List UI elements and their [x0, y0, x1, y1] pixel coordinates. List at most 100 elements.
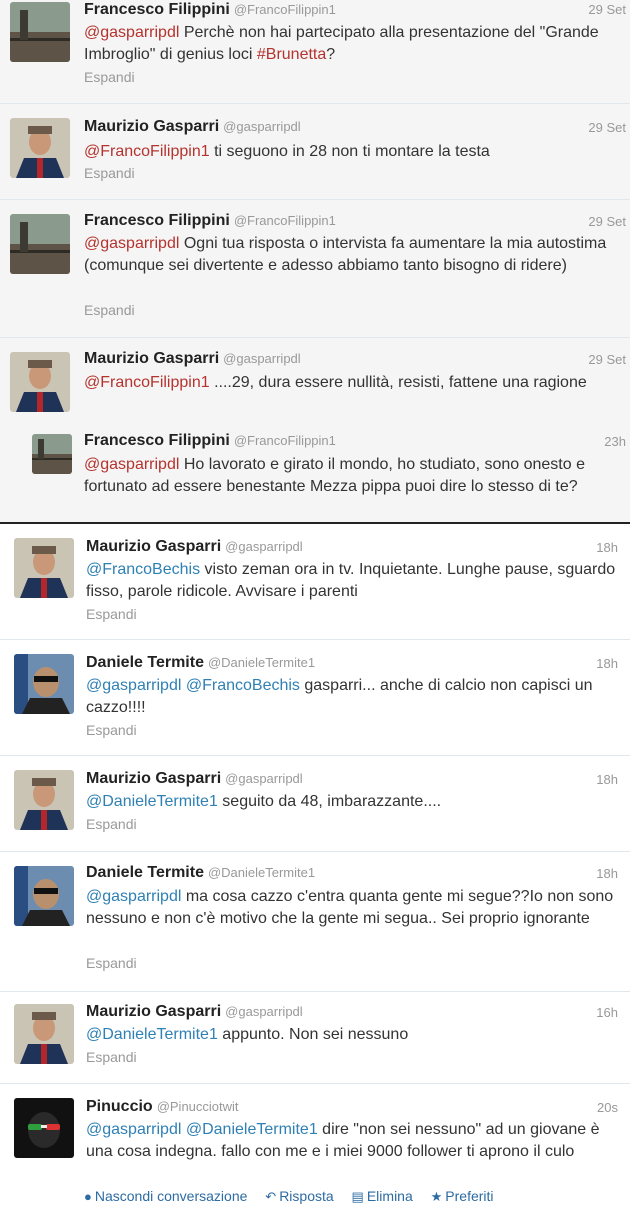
- expand-link[interactable]: Espandi: [86, 722, 137, 738]
- trash-icon: ▤: [351, 1189, 364, 1204]
- avatar-gasparri-icon: [10, 118, 70, 178]
- avatar-pinuccio-icon: [14, 1098, 74, 1158]
- timestamp[interactable]: 29 Set: [588, 214, 626, 229]
- expand-link[interactable]: Espandi: [86, 816, 137, 832]
- delete-label: Elimina: [366, 1188, 413, 1204]
- delete-button[interactable]: ▤ Elimina: [352, 1188, 413, 1204]
- timestamp[interactable]: 18h: [596, 540, 618, 555]
- expand-link[interactable]: Espandi: [84, 302, 135, 318]
- timestamp[interactable]: 20s: [597, 1100, 618, 1115]
- tweet-text-segment: ....29, dura essere nullità, resisti, fa…: [209, 374, 587, 391]
- mention-link[interactable]: @gasparripdl: [86, 1121, 181, 1138]
- avatar-filippini-icon: [10, 2, 70, 62]
- avatar[interactable]: [10, 118, 70, 178]
- reply-button[interactable]: ↶ Risposta: [265, 1188, 333, 1204]
- expand-link[interactable]: Espandi: [86, 1049, 137, 1065]
- mention-link[interactable]: @gasparripdl: [86, 888, 181, 905]
- author-handle[interactable]: @FrancoFilippin1: [234, 213, 336, 228]
- timestamp[interactable]: 29 Set: [588, 2, 626, 17]
- avatar[interactable]: [14, 866, 74, 926]
- avatar-filippini-icon: [10, 214, 70, 274]
- author-handle[interactable]: @gasparripdl: [223, 119, 301, 134]
- author-handle[interactable]: @gasparripdl: [223, 351, 301, 366]
- author-name[interactable]: Daniele Termite: [86, 864, 204, 881]
- hashtag-link[interactable]: #Brunetta: [257, 46, 326, 63]
- avatar[interactable]: [14, 1098, 74, 1158]
- author-handle[interactable]: @gasparripdl: [225, 1004, 303, 1019]
- author-name[interactable]: Pinuccio: [86, 1098, 153, 1115]
- avatar[interactable]: [14, 538, 74, 598]
- tweet[interactable]: Daniele Termite @DanieleTermite1 18h @gas…: [0, 640, 630, 756]
- hide-conversation-button[interactable]: ● Nascondi conversazione: [84, 1188, 247, 1204]
- mention-link[interactable]: @gasparripdl: [86, 677, 181, 694]
- timestamp[interactable]: 18h: [596, 866, 618, 881]
- mention-link[interactable]: @DanieleTermite1: [86, 793, 218, 810]
- mention-link[interactable]: @gasparripdl: [84, 235, 179, 252]
- tweet-text-segment: appunto. Non sei nessuno: [217, 1026, 409, 1043]
- timestamp[interactable]: 29 Set: [588, 120, 626, 135]
- avatar-termite-icon: [14, 866, 74, 926]
- reply-arrow-icon: ↶: [265, 1189, 277, 1204]
- avatar[interactable]: [14, 770, 74, 830]
- tweet-text-segment: ti seguono in 28 non ti montare la testa: [209, 143, 490, 160]
- author-name[interactable]: Maurizio Gasparri: [86, 1003, 221, 1020]
- mention-link[interactable]: @gasparripdl: [84, 456, 179, 473]
- favorite-button[interactable]: ★ Preferiti: [431, 1188, 494, 1204]
- avatar[interactable]: [32, 434, 72, 474]
- timestamp[interactable]: 16h: [596, 1005, 618, 1020]
- tweet-text: @DanieleTermite1 seguito da 48, imbarazz…: [86, 791, 622, 813]
- tweet-text: @DanieleTermite1 appunto. Non sei nessun…: [86, 1024, 622, 1046]
- expand-link[interactable]: Espandi: [86, 606, 137, 622]
- author-name[interactable]: Maurizio Gasparri: [84, 118, 219, 135]
- tweet-text: @gasparripdl @DanieleTermite1 dire "non …: [86, 1119, 606, 1163]
- tweet[interactable]: Maurizio Gasparri @gasparripdl 18h @Danie…: [0, 756, 630, 852]
- mention-link[interactable]: @FrancoFilippin1: [84, 374, 210, 391]
- tweet[interactable]: Francesco Filippini @FrancoFilippin1 23h …: [0, 418, 630, 522]
- timestamp[interactable]: 18h: [596, 772, 618, 787]
- tweet[interactable]: Maurizio Gasparri @gasparripdl 16h @Danie…: [0, 992, 630, 1084]
- tweet[interactable]: Maurizio Gasparri @gasparripdl 29 Set @Fr…: [0, 104, 630, 200]
- expand-link[interactable]: Espandi: [84, 69, 135, 85]
- author-handle[interactable]: @DanieleTermite1: [208, 655, 315, 670]
- tweet-text: @gasparripdl @FrancoBechis gasparri... a…: [86, 675, 622, 719]
- author-name[interactable]: Daniele Termite: [86, 654, 204, 671]
- author-name[interactable]: Maurizio Gasparri: [86, 538, 221, 555]
- tweet-text: @FrancoBechis visto zeman ora in tv. Inq…: [86, 559, 622, 603]
- tweet-text: @gasparripdl Ho lavorato e girato il mon…: [84, 454, 624, 498]
- mention-link[interactable]: @DanieleTermite1: [186, 1121, 318, 1138]
- avatar[interactable]: [14, 654, 74, 714]
- mention-link[interactable]: @FrancoBechis: [86, 561, 200, 578]
- author-name[interactable]: Francesco Filippini: [84, 1, 230, 18]
- author-handle[interactable]: @FrancoFilippin1: [234, 433, 336, 448]
- author-handle[interactable]: @FrancoFilippin1: [234, 2, 336, 17]
- author-name[interactable]: Francesco Filippini: [84, 212, 230, 229]
- mention-link[interactable]: @gasparripdl: [84, 24, 179, 41]
- tweet[interactable]: Daniele Termite @DanieleTermite1 18h @gas…: [0, 852, 630, 992]
- author-handle[interactable]: @Pinucciotwit: [157, 1099, 239, 1114]
- avatar[interactable]: [10, 352, 70, 412]
- tweet[interactable]: Francesco Filippini @FrancoFilippin1 29 S…: [0, 200, 630, 338]
- timestamp[interactable]: 18h: [596, 656, 618, 671]
- tweet-text: @gasparripdl Perchè non hai partecipato …: [84, 22, 624, 66]
- mention-link[interactable]: @FrancoFilippin1: [84, 143, 210, 160]
- tweet[interactable]: Maurizio Gasparri @gasparripdl 29 Set @Fr…: [0, 338, 630, 418]
- avatar[interactable]: [10, 214, 70, 274]
- avatar-termite-icon: [14, 654, 74, 714]
- avatar[interactable]: [10, 2, 70, 62]
- mention-link[interactable]: @DanieleTermite1: [86, 1026, 218, 1043]
- author-name[interactable]: Maurizio Gasparri: [84, 350, 219, 367]
- author-name[interactable]: Francesco Filippini: [84, 432, 230, 449]
- author-handle[interactable]: @gasparripdl: [225, 539, 303, 554]
- expand-link[interactable]: Espandi: [86, 955, 137, 971]
- mention-link[interactable]: @FrancoBechis: [186, 677, 300, 694]
- tweet-text: @FrancoFilippin1 ti seguono in 28 non ti…: [84, 141, 624, 163]
- expand-link[interactable]: Espandi: [84, 165, 135, 181]
- timestamp[interactable]: 29 Set: [588, 352, 626, 367]
- author-handle[interactable]: @gasparripdl: [225, 771, 303, 786]
- timestamp[interactable]: 23h: [604, 434, 626, 449]
- avatar[interactable]: [14, 1004, 74, 1064]
- tweet[interactable]: Francesco Filippini @FrancoFilippin1 29 S…: [0, 0, 630, 104]
- tweet[interactable]: Maurizio Gasparri @gasparripdl 18h @Franc…: [0, 524, 630, 640]
- author-handle[interactable]: @DanieleTermite1: [208, 865, 315, 880]
- author-name[interactable]: Maurizio Gasparri: [86, 770, 221, 787]
